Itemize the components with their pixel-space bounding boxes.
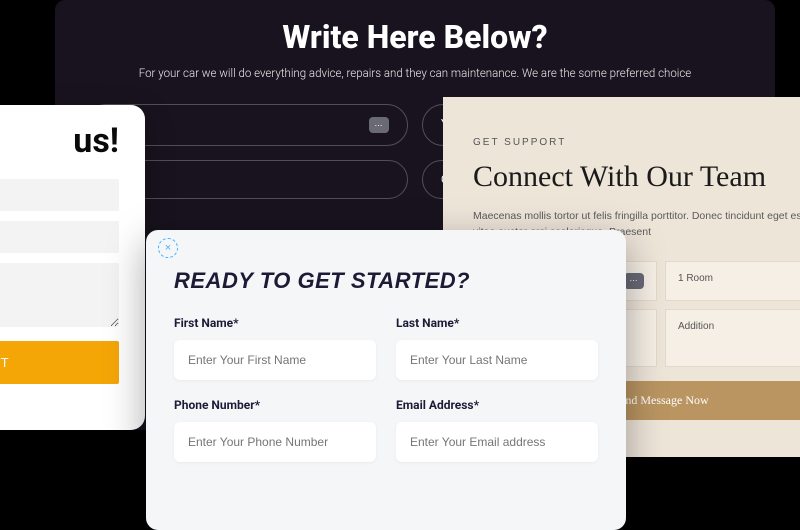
last-name-input[interactable] [396, 340, 598, 380]
dark-heading: Write Here Below? [85, 18, 745, 56]
phone-input[interactable] [174, 422, 376, 462]
right-eyebrow: GET SUPPORT [473, 137, 800, 148]
left-contact-card: us! SUBMIT [0, 105, 145, 430]
dark-subtitle: For your car we will do everything advic… [85, 66, 745, 80]
first-name-input[interactable] [174, 340, 376, 380]
right-input-additional[interactable]: Addition [665, 309, 800, 367]
email-input[interactable] [396, 422, 598, 462]
keyboard-icon: ⋯ [624, 273, 644, 289]
center-heading: READY TO GET STARTED? [174, 268, 598, 294]
right-heading: Connect With Our Team [473, 160, 800, 194]
close-icon: × [165, 242, 171, 254]
center-row-2: Phone Number* Email Address* [174, 398, 598, 462]
first-name-label: First Name* [174, 316, 376, 330]
left-message-input[interactable] [0, 263, 119, 327]
left-name-input[interactable] [0, 179, 119, 211]
left-email-input[interactable] [0, 221, 119, 253]
phone-label: Phone Number* [174, 398, 376, 412]
keyboard-icon: ⋯ [369, 117, 389, 133]
center-row-1: First Name* Last Name* [174, 316, 598, 380]
close-button[interactable]: × [158, 238, 178, 258]
left-heading: us! [0, 121, 119, 161]
center-started-card: × READY TO GET STARTED? First Name* Last… [146, 230, 626, 530]
left-submit-button[interactable]: SUBMIT [0, 341, 119, 384]
last-name-label: Last Name* [396, 316, 598, 330]
right-room-select[interactable]: 1 Room [665, 261, 800, 301]
email-label: Email Address* [396, 398, 598, 412]
